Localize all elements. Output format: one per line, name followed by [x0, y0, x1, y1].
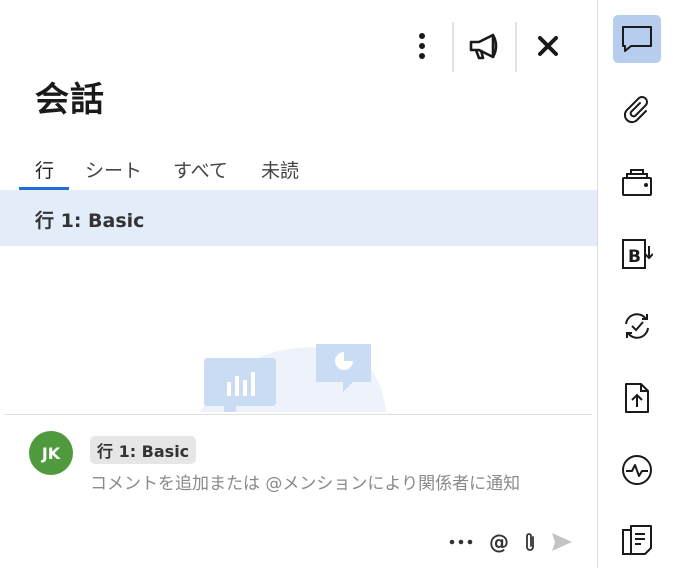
tab-unread[interactable]: 未読: [245, 152, 315, 190]
empty-conversation-illustration: [200, 344, 386, 412]
proofing-icon: [622, 169, 652, 196]
tab-sheet[interactable]: シート: [69, 152, 157, 190]
publish-icon: [625, 383, 649, 413]
composer-divider: [4, 414, 592, 415]
rail-sheet-summary-report-button[interactable]: [613, 516, 661, 564]
svg-text:B: B: [628, 247, 641, 267]
page-title: 会話: [35, 80, 105, 120]
row-context-header: 行 1: Basic: [0, 190, 597, 246]
more-vertical-icon: [419, 33, 425, 59]
composer-more-button[interactable]: [446, 528, 476, 556]
toolbar-divider: [515, 22, 517, 72]
user-avatar: JK: [29, 431, 73, 475]
more-options-button[interactable]: [400, 24, 444, 68]
comment-input[interactable]: [90, 470, 560, 526]
send-icon: [552, 533, 572, 551]
attach-button[interactable]: [515, 528, 545, 556]
more-horizontal-icon: [449, 539, 473, 545]
rail-attachments-button[interactable]: [613, 86, 661, 134]
rail-activity-log-button[interactable]: [613, 446, 661, 494]
paperclip-icon: [526, 533, 534, 551]
toolbar-divider: [452, 22, 454, 72]
mention-button[interactable]: @: [484, 528, 514, 556]
send-button[interactable]: [547, 528, 577, 556]
update-requests-icon: [625, 313, 649, 339]
megaphone-icon: [469, 33, 498, 60]
at-mention-icon: @: [489, 530, 509, 554]
row-reference-chip: 行 1: Basic: [90, 436, 197, 464]
rail-publish-button[interactable]: [613, 374, 661, 422]
sheet-summary-report-icon: [622, 525, 652, 555]
row-context-label: 行 1: Basic: [35, 210, 145, 232]
rail-proofing-button[interactable]: [613, 158, 661, 206]
close-icon: [538, 36, 558, 56]
conversation-panel: 会話 行 シート すべて 未読 行 1: Basic JK 行 1: Basic…: [0, 0, 597, 568]
conversations-icon: [622, 26, 652, 52]
tab-bar: 行 シート すべて 未読: [19, 152, 315, 190]
rail-summary-button[interactable]: B: [613, 230, 661, 278]
rail-conversations-button[interactable]: [613, 15, 661, 63]
rail-update-requests-button[interactable]: [613, 302, 661, 350]
close-button[interactable]: [526, 24, 570, 68]
activity-log-icon: [622, 455, 652, 485]
summary-icon: B: [622, 239, 653, 269]
tab-all[interactable]: すべて: [157, 152, 245, 190]
announcement-button[interactable]: [463, 24, 507, 68]
right-sidebar: B: [597, 0, 673, 568]
tab-row[interactable]: 行: [19, 152, 69, 190]
attachments-icon: [623, 96, 648, 124]
